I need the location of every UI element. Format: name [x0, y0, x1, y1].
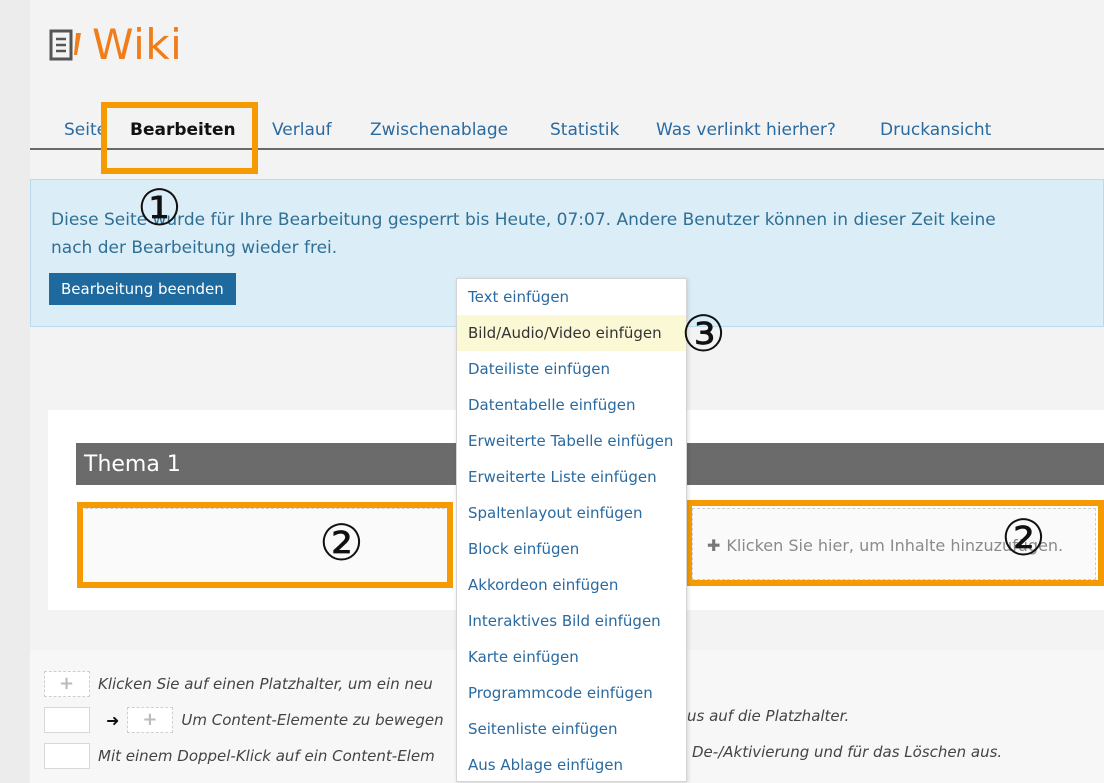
- step-badge-3: ③: [681, 305, 726, 363]
- menu-item-data-table[interactable]: Datentabelle einfügen: [457, 387, 686, 423]
- menu-item-page-list[interactable]: Seitenliste einfügen: [457, 711, 686, 747]
- lock-message-line-2: nach der Bearbeitung wieder frei.: [51, 238, 338, 258]
- legend-row-3: Mit einem Doppel-Klick auf ein Content-E…: [44, 743, 435, 769]
- menu-item-media[interactable]: Bild/Audio/Video einfügen: [457, 315, 686, 351]
- tab-was-verlinkt-hierher[interactable]: Was verlinkt hierher?: [656, 120, 836, 140]
- menu-item-extended-table[interactable]: Erweiterte Tabelle einfügen: [457, 423, 686, 459]
- legend-text-3b: De-/Aktivierung und für das Löschen aus.: [692, 743, 1003, 761]
- plus-icon: ✚: [707, 536, 721, 555]
- insert-element-menu: Text einfügen Bild/Audio/Video einfügen …: [456, 278, 687, 782]
- tab-zwischenablage[interactable]: Zwischenablage: [370, 120, 508, 140]
- end-editing-button[interactable]: Bearbeitung beenden: [49, 273, 236, 305]
- legend-row-2: ➜ + Um Content-Elemente zu bewegen: [44, 707, 444, 733]
- step-badge-1: ①: [137, 179, 182, 237]
- step-badge-2-left: ②: [319, 514, 364, 572]
- legend-text-2b: us auf die Platzhalter.: [687, 707, 850, 725]
- legend-text-2a: Um Content-Elemente zu bewegen: [181, 711, 444, 729]
- placeholder-icon: +: [44, 671, 90, 697]
- section-title: Thema 1: [84, 452, 181, 477]
- page-title: Wiki: [92, 20, 183, 69]
- content-element-icon: [44, 743, 90, 769]
- tab-bar: Seite Bearbeiten Verlauf Zwischenablage …: [30, 108, 1104, 150]
- legend-row-3-tail: De-/Aktivierung und für das Löschen aus.: [692, 743, 1002, 761]
- menu-item-file-list[interactable]: Dateiliste einfügen: [457, 351, 686, 387]
- menu-item-accordion[interactable]: Akkordeon einfügen: [457, 567, 686, 603]
- content-element-icon: [44, 707, 90, 733]
- tab-druckansicht[interactable]: Druckansicht: [880, 120, 991, 140]
- menu-item-text[interactable]: Text einfügen: [457, 279, 686, 315]
- placeholder-icon: +: [127, 707, 174, 733]
- tab-verlauf[interactable]: Verlauf: [272, 120, 332, 140]
- arrow-right-icon: ➜: [106, 710, 120, 730]
- wiki-page-icon: [49, 29, 81, 60]
- tab-bearbeiten[interactable]: Bearbeiten: [130, 120, 236, 140]
- legend-row-2-tail: us auf die Platzhalter.: [687, 707, 849, 725]
- legend-text-3a: Mit einem Doppel-Klick auf ein Content-E…: [98, 747, 435, 765]
- lock-message: Diese Seite wurde für Ihre Bearbeitung g…: [51, 206, 996, 262]
- lock-message-line-1: Diese Seite wurde für Ihre Bearbeitung g…: [51, 210, 996, 230]
- menu-item-block[interactable]: Block einfügen: [457, 531, 686, 567]
- menu-item-extended-list[interactable]: Erweiterte Liste einfügen: [457, 459, 686, 495]
- legend-text-1: Klicken Sie auf einen Platzhalter, um ei…: [98, 675, 433, 693]
- menu-item-interactive-image[interactable]: Interaktives Bild einfügen: [457, 603, 686, 639]
- page-header: Wiki: [48, 20, 182, 69]
- menu-item-map[interactable]: Karte einfügen: [457, 639, 686, 675]
- step-badge-2-right: ②: [1001, 509, 1046, 567]
- menu-item-program-code[interactable]: Programmcode einfügen: [457, 675, 686, 711]
- placeholder-slot-left[interactable]: [80, 508, 450, 586]
- menu-item-column-layout[interactable]: Spaltenlayout einfügen: [457, 495, 686, 531]
- legend-row-1: + Klicken Sie auf einen Platzhalter, um …: [44, 671, 433, 697]
- tab-statistik[interactable]: Statistik: [550, 120, 619, 140]
- menu-item-paste-clipboard[interactable]: Aus Ablage einfügen: [457, 747, 686, 783]
- tab-seite[interactable]: Seite: [64, 120, 107, 140]
